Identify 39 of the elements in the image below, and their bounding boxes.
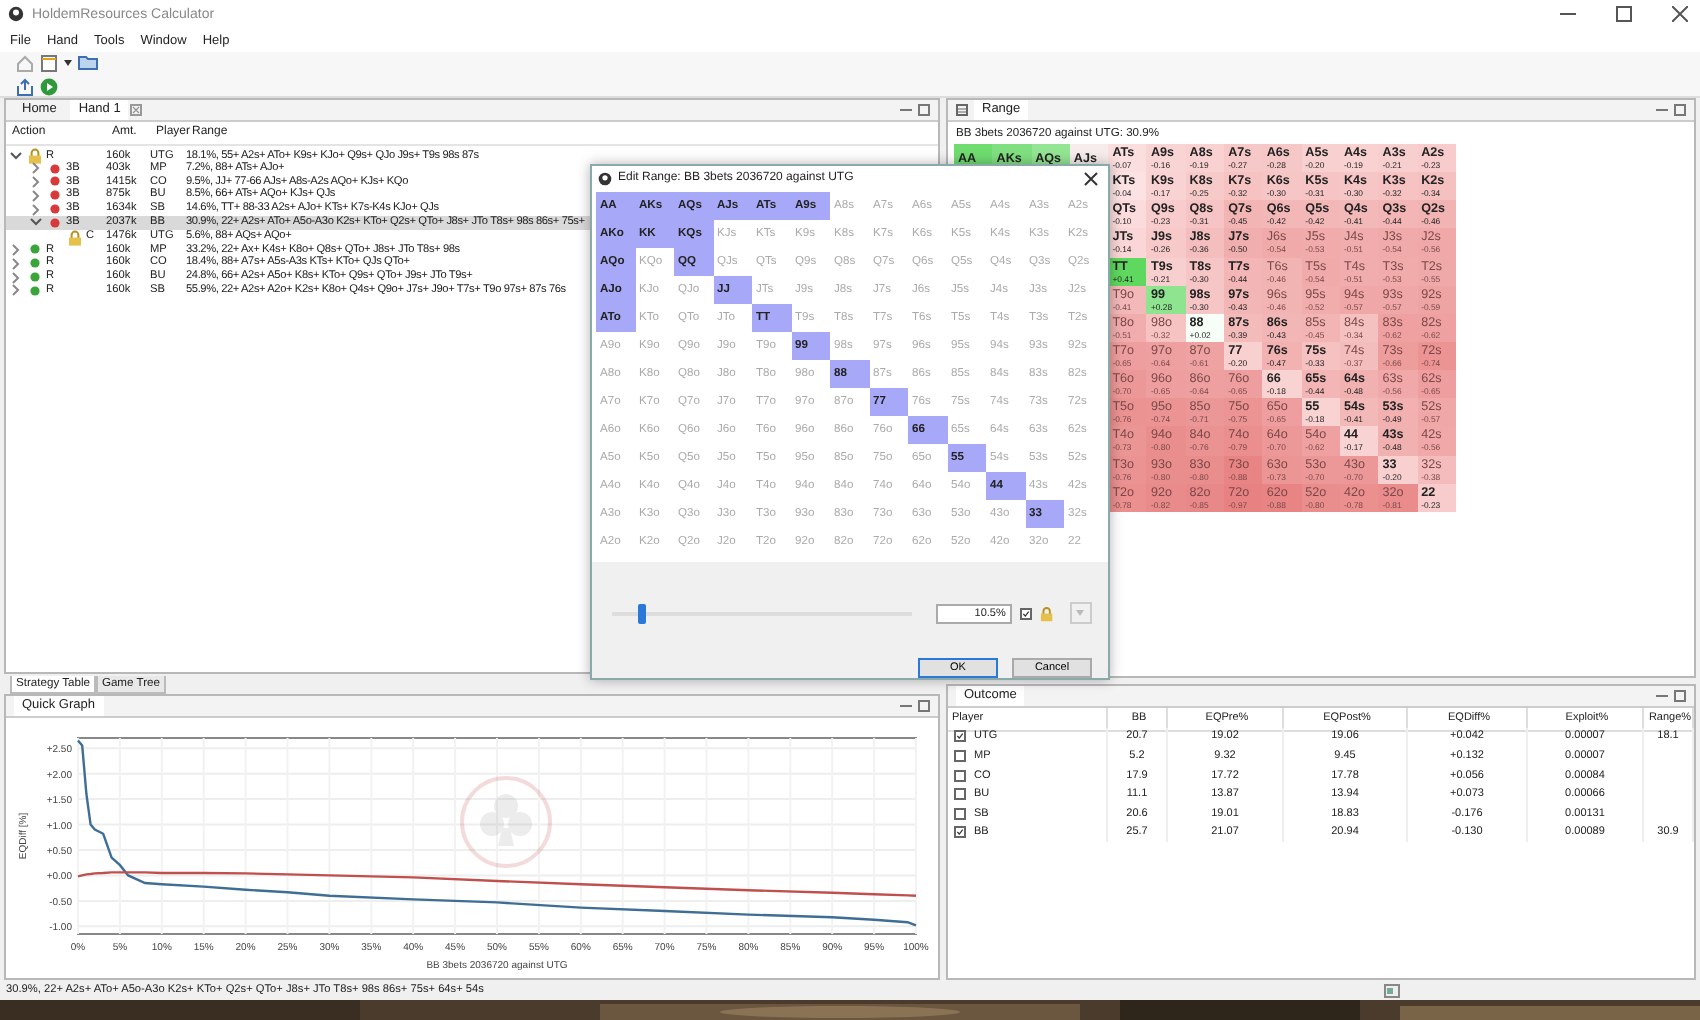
chevron-right-icon[interactable] (32, 189, 40, 202)
maximize-icon[interactable] (1616, 6, 1632, 22)
grid-icon (956, 104, 968, 116)
minimize-icon[interactable] (1656, 692, 1668, 700)
chevron-right-icon[interactable] (32, 175, 40, 188)
play-icon[interactable] (40, 77, 58, 95)
chevron-right-icon[interactable] (32, 203, 40, 216)
app-logo-icon (598, 171, 612, 185)
maximize-icon[interactable] (918, 700, 930, 712)
slider-thumb[interactable] (637, 603, 646, 623)
maximize-icon[interactable] (918, 104, 930, 116)
minimize-icon[interactable] (900, 106, 912, 114)
checkbox[interactable] (954, 749, 966, 762)
chevron-down-icon[interactable] (30, 218, 42, 227)
maximize-icon[interactable] (1674, 104, 1686, 116)
export-icon[interactable] (16, 77, 34, 95)
close-icon[interactable] (1672, 6, 1688, 22)
chevron-right-icon[interactable] (12, 243, 20, 256)
checkbox[interactable] (954, 730, 966, 743)
checkbox[interactable] (954, 769, 966, 782)
checkbox[interactable] (954, 788, 966, 801)
minimize-icon[interactable] (1656, 106, 1668, 114)
maximize-icon[interactable] (1674, 690, 1686, 702)
chevron-right-icon[interactable] (12, 257, 20, 270)
minimize-icon[interactable] (900, 702, 912, 710)
checkbox[interactable] (1019, 607, 1032, 619)
chevron-right-icon[interactable] (12, 284, 20, 297)
checkbox[interactable] (954, 807, 966, 820)
new-document-icon[interactable] (40, 53, 58, 71)
chevron-right-icon[interactable] (32, 162, 40, 175)
chevron-right-icon[interactable] (12, 271, 20, 284)
home-icon[interactable] (16, 53, 34, 71)
lock-icon (1039, 605, 1054, 621)
checkbox[interactable] (954, 826, 966, 839)
close-icon[interactable] (1084, 171, 1098, 185)
club-logo-icon (460, 776, 552, 868)
caret-icon[interactable] (64, 59, 72, 65)
app-logo-icon (8, 6, 24, 22)
chevron-down-icon[interactable] (10, 152, 22, 160)
